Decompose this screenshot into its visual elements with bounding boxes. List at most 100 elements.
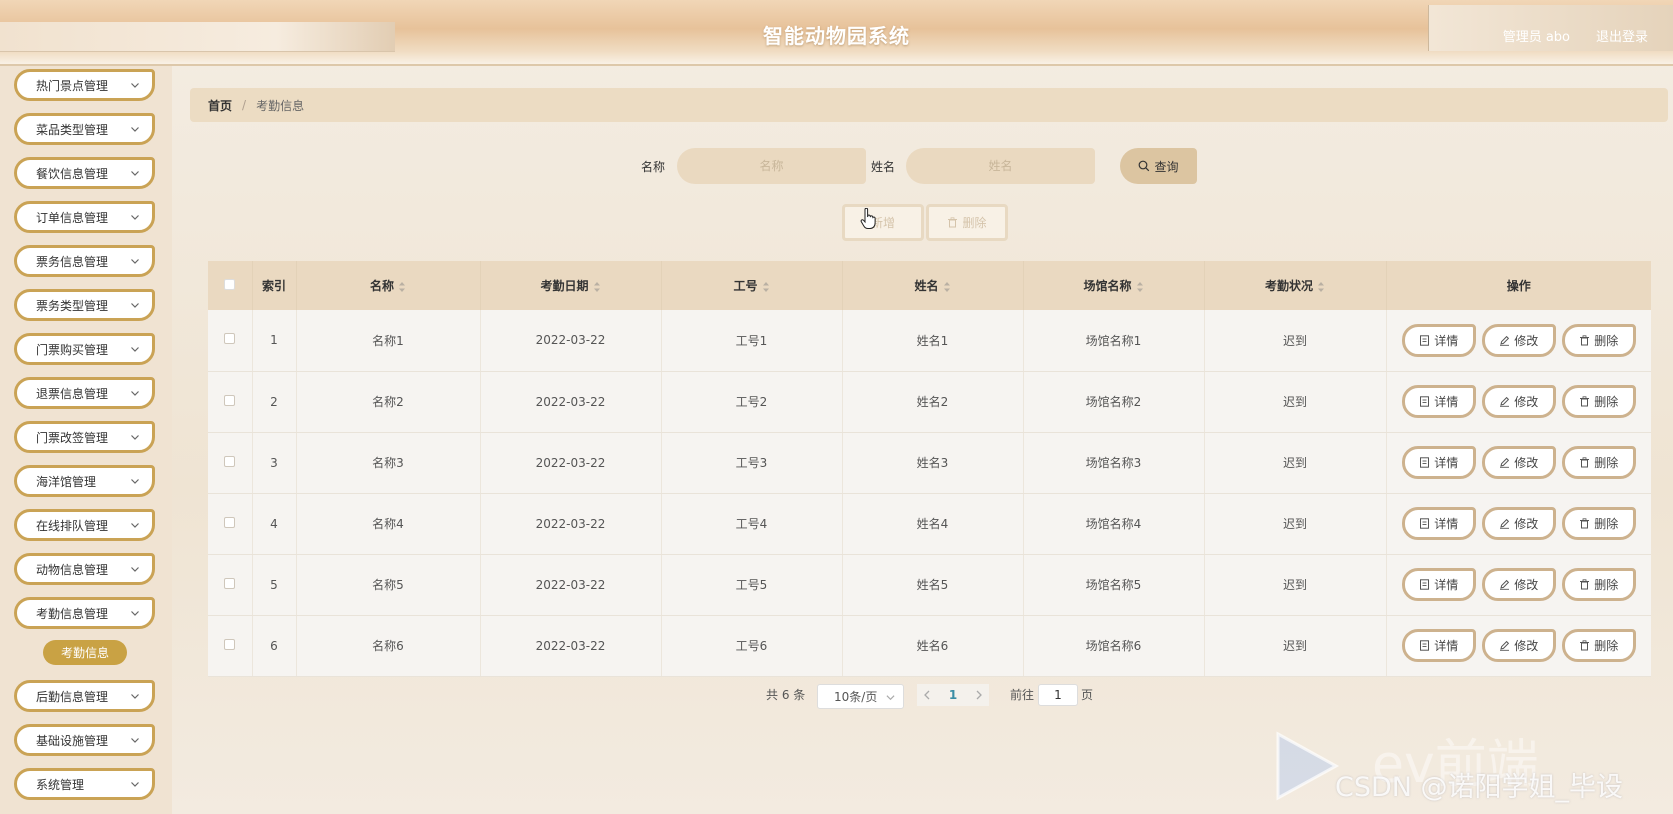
chevron-down-icon (131, 523, 139, 528)
batch-delete-button[interactable]: 删除 (926, 204, 1008, 241)
sidebar-item-label: 票务类型管理 (36, 298, 109, 313)
row-checkbox[interactable] (224, 638, 236, 650)
sidebar-item[interactable]: 票务类型管理 (14, 289, 155, 321)
sidebar-item[interactable]: 门票购买管理 (14, 333, 155, 365)
sidebar-item[interactable]: 考勤信息管理 (14, 597, 155, 629)
detail-button[interactable]: 详情 (1401, 323, 1476, 357)
add-button[interactable]: 新增 (842, 204, 924, 241)
chevron-down-icon (886, 695, 895, 701)
sidebar-item[interactable]: 基础设施管理 (14, 724, 155, 756)
trash-icon (1580, 396, 1590, 407)
cell-venue: 场馆名称6 (1023, 615, 1205, 677)
delete-button[interactable]: 删除 (1561, 568, 1636, 601)
query-button[interactable]: 查询 (1120, 148, 1197, 184)
name-search-label: 名称 (641, 160, 666, 174)
edit-button[interactable]: 修改 (1481, 323, 1556, 357)
edit-button[interactable]: 修改 (1481, 446, 1556, 479)
cell-person: 姓名4 (842, 493, 1024, 555)
chevron-down-icon (131, 127, 139, 132)
header-status-label: 考勤状况 (1264, 279, 1313, 293)
row-checkbox[interactable] (224, 394, 236, 406)
header-person[interactable]: 姓名 (842, 261, 1024, 310)
document-icon (1420, 396, 1430, 407)
delete-button[interactable]: 删除 (1561, 323, 1636, 357)
sidebar-item[interactable]: 餐饮信息管理 (14, 157, 155, 189)
pagination-goto-input[interactable] (1038, 684, 1078, 706)
delete-button[interactable]: 删除 (1561, 507, 1636, 540)
sidebar-item[interactable]: 票务信息管理 (14, 245, 155, 277)
sidebar-item[interactable]: 系统管理 (14, 768, 155, 800)
sidebar-item[interactable]: 后勤信息管理 (14, 680, 155, 712)
chevron-down-icon (131, 391, 139, 396)
detail-button-label: 详情 (1434, 395, 1459, 409)
chevron-right-icon[interactable] (975, 690, 983, 700)
detail-button-label: 详情 (1434, 333, 1459, 348)
row-checkbox[interactable] (224, 455, 236, 467)
edit-button[interactable]: 修改 (1481, 507, 1556, 540)
sidebar-subitem-attendance[interactable]: 考勤信息 (43, 640, 127, 665)
sidebar-item-label: 后勤信息管理 (36, 689, 109, 704)
header-date-label: 考勤日期 (540, 279, 589, 293)
row-checkbox[interactable] (224, 577, 236, 589)
row-checkbox[interactable] (224, 333, 236, 345)
page-size-select[interactable]: 10条/页 (817, 684, 904, 709)
chevron-down-icon (131, 479, 139, 484)
sidebar-item[interactable]: 菜品类型管理 (14, 113, 155, 145)
sidebar-item-label: 票务信息管理 (36, 254, 109, 269)
cell-index: 6 (252, 615, 297, 677)
chevron-left-icon[interactable] (923, 690, 931, 700)
edit-button[interactable]: 修改 (1481, 629, 1556, 662)
chevron-down-icon (131, 259, 139, 264)
sidebar-item-label: 门票改签管理 (36, 430, 109, 445)
edit-button-label: 修改 (1514, 333, 1539, 348)
header-date[interactable]: 考勤日期 (480, 261, 662, 310)
sidebar-item[interactable]: 海洋馆管理 (14, 465, 155, 497)
breadcrumb-home[interactable]: 首页 (208, 97, 232, 114)
row-checkbox[interactable] (224, 516, 236, 528)
sort-icon (762, 281, 769, 292)
header-venue[interactable]: 场馆名称 (1023, 261, 1205, 310)
detail-button[interactable]: 详情 (1401, 385, 1476, 418)
sidebar: 热门景点管理菜品类型管理 餐饮信息管理 订单信息管理票务信息管理 票务类型管理门票购买… (0, 66, 172, 814)
header-venue-label: 场馆名称 (1083, 279, 1132, 293)
chevron-down-icon (131, 303, 139, 308)
header-job-no-label: 工号 (733, 279, 758, 293)
person-search-input[interactable] (906, 148, 1095, 184)
pagination-goto-label: 前往 (1010, 688, 1035, 702)
sidebar-item-label: 热门景点管理 (36, 78, 109, 93)
sidebar-item[interactable]: 动物信息管理 (14, 553, 155, 585)
header-status[interactable]: 考勤状况 (1204, 261, 1387, 310)
chevron-down-icon (131, 435, 139, 440)
detail-button[interactable]: 详情 (1401, 568, 1476, 601)
cell-date: 2022-03-22 (480, 615, 662, 677)
header-name-label: 名称 (369, 279, 394, 293)
cell-venue: 场馆名称2 (1023, 371, 1205, 433)
sidebar-item[interactable]: 热门景点管理 (14, 69, 155, 101)
name-search-input[interactable] (677, 148, 866, 184)
sidebar-item[interactable]: 门票改签管理 (14, 421, 155, 453)
table-row: 2 名称2 2022-03-22 工号2 姓名2 场馆名称2 迟到 详情 修改 删除 (208, 371, 1651, 433)
cell-job-no: 工号4 (661, 493, 843, 555)
sidebar-item[interactable]: 订单信息管理 (14, 201, 155, 233)
sidebar-item[interactable]: 退票信息管理 (14, 377, 155, 409)
delete-button[interactable]: 删除 (1561, 385, 1636, 418)
logout-link[interactable]: 退出登录 (1596, 26, 1648, 45)
chevron-down-icon (131, 567, 139, 572)
delete-button[interactable]: 删除 (1561, 629, 1636, 662)
select-all-checkbox[interactable] (224, 278, 236, 290)
sidebar-item[interactable]: 在线排队管理 (14, 509, 155, 541)
edit-button[interactable]: 修改 (1481, 568, 1556, 601)
detail-button[interactable]: 详情 (1401, 629, 1476, 662)
page-size-value: 10条/页 (834, 690, 878, 704)
pagination-current-page[interactable]: 1 (949, 688, 957, 702)
chevron-down-icon (131, 694, 139, 699)
cell-name: 名称6 (296, 615, 481, 677)
delete-button-label: 删除 (1594, 517, 1619, 531)
detail-button[interactable]: 详情 (1401, 446, 1476, 479)
detail-button[interactable]: 详情 (1401, 507, 1476, 540)
cell-job-no: 工号6 (661, 615, 843, 677)
header-job-no[interactable]: 工号 (661, 261, 843, 310)
header-name[interactable]: 名称 (296, 261, 481, 310)
edit-button[interactable]: 修改 (1481, 385, 1556, 418)
delete-button[interactable]: 删除 (1561, 446, 1636, 479)
